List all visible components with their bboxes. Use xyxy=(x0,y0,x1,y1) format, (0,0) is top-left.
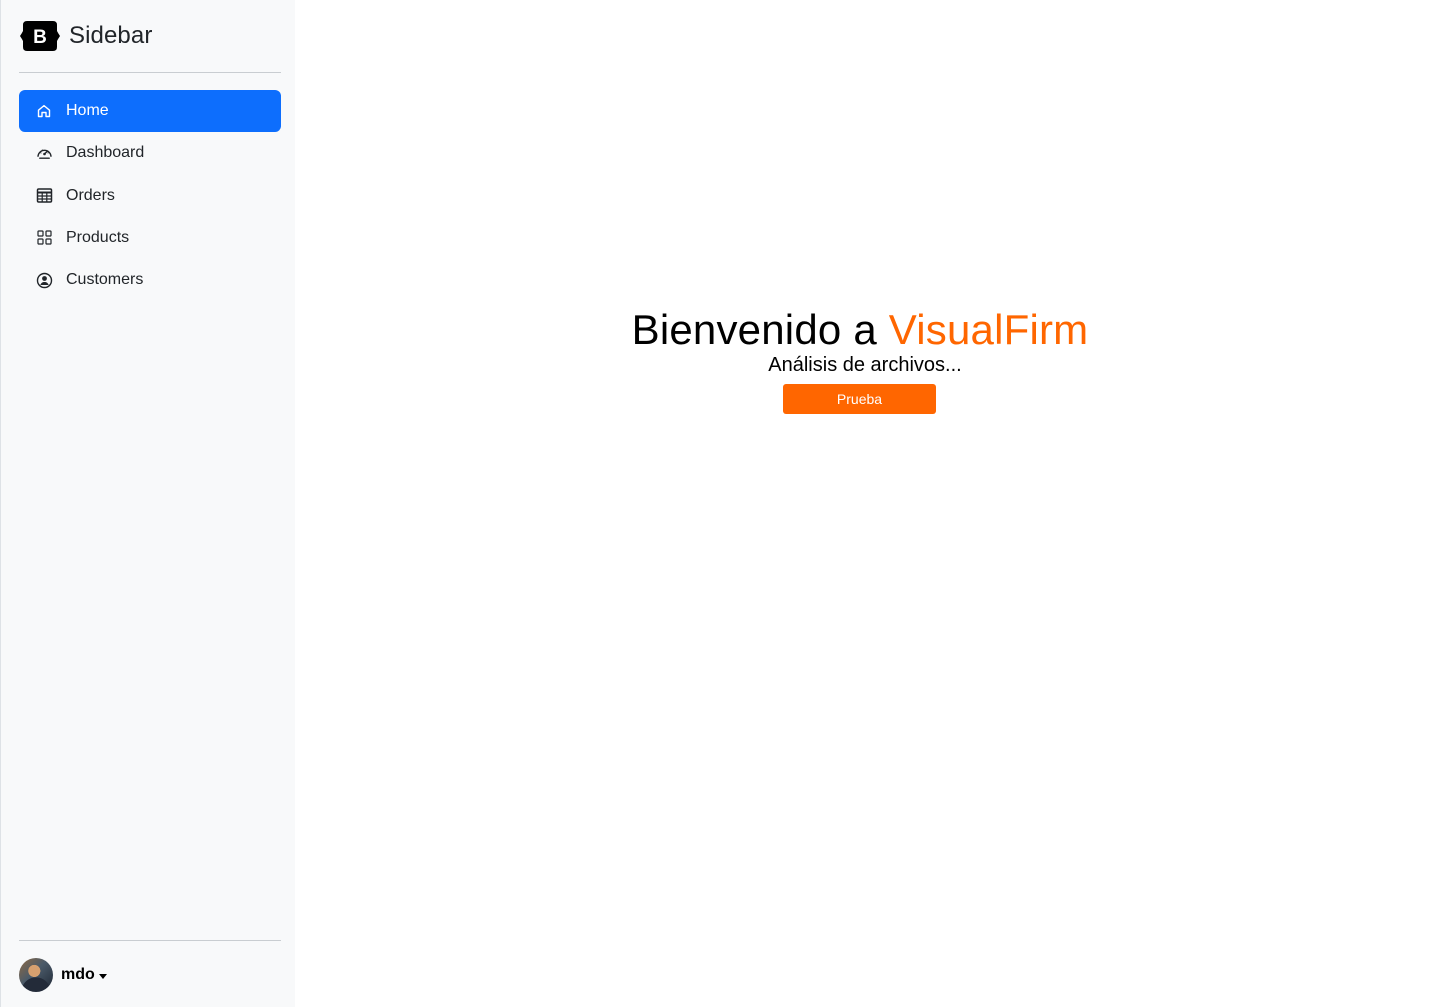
welcome-title: Bienvenido a VisualFirm xyxy=(295,305,1425,355)
sidebar-item-label-dashboard: Dashboard xyxy=(66,144,145,162)
products-nav-link[interactable]: Products xyxy=(19,217,281,259)
home-icon xyxy=(35,102,53,120)
user-dropdown-toggle[interactable]: mdo xyxy=(19,958,107,992)
caret-down-icon xyxy=(98,973,107,979)
app-shell: B Sidebar Home Dashboard Orders Products… xyxy=(0,0,1440,1007)
sidebar-item-label-orders: Orders xyxy=(66,186,115,204)
person-circle-icon xyxy=(35,271,53,289)
sidebar: B Sidebar Home Dashboard Orders Products… xyxy=(0,0,295,1007)
table-icon xyxy=(35,187,53,205)
grid-icon xyxy=(35,229,53,247)
dashboard-nav-link[interactable]: Dashboard xyxy=(19,132,281,174)
user-name: mdo xyxy=(61,966,95,983)
home-nav-link[interactable]: Home xyxy=(19,90,281,132)
sidebar-title: Sidebar xyxy=(69,22,153,49)
speedometer-icon xyxy=(35,144,53,162)
sidebar-brand-link[interactable]: B Sidebar xyxy=(19,18,152,54)
main-content: Bienvenido a VisualFirm Análisis de arch… xyxy=(295,0,1440,1007)
orders-nav-link[interactable]: Orders xyxy=(19,175,281,217)
sidebar-item-home: Home xyxy=(19,90,281,132)
sidebar-item-label-products: Products xyxy=(66,228,130,246)
welcome-title-prefix: Bienvenido a xyxy=(631,306,877,353)
sidebar-item-customers: Customers xyxy=(19,259,281,301)
welcome-subtitle: Análisis de archivos... xyxy=(768,354,962,376)
sidebar-bottom-divider xyxy=(19,940,281,941)
sidebar-item-products: Products xyxy=(19,217,281,259)
brand-logo-letter: B xyxy=(33,27,47,48)
sidebar-navigation: Home Dashboard Orders Products Customers xyxy=(19,90,281,301)
sidebar-item-label-customers: Customers xyxy=(66,271,144,289)
prueba-button[interactable]: Prueba xyxy=(783,384,936,414)
brand-name: VisualFirm xyxy=(888,306,1089,353)
customers-nav-link[interactable]: Customers xyxy=(19,259,281,301)
sidebar-top-divider xyxy=(19,72,281,73)
sidebar-item-label-home: Home xyxy=(66,102,109,119)
bootstrap-logo-icon: B xyxy=(19,18,61,54)
sidebar-item-dashboard: Dashboard xyxy=(19,132,281,174)
sidebar-item-orders: Orders xyxy=(19,175,281,217)
avatar xyxy=(19,958,53,992)
